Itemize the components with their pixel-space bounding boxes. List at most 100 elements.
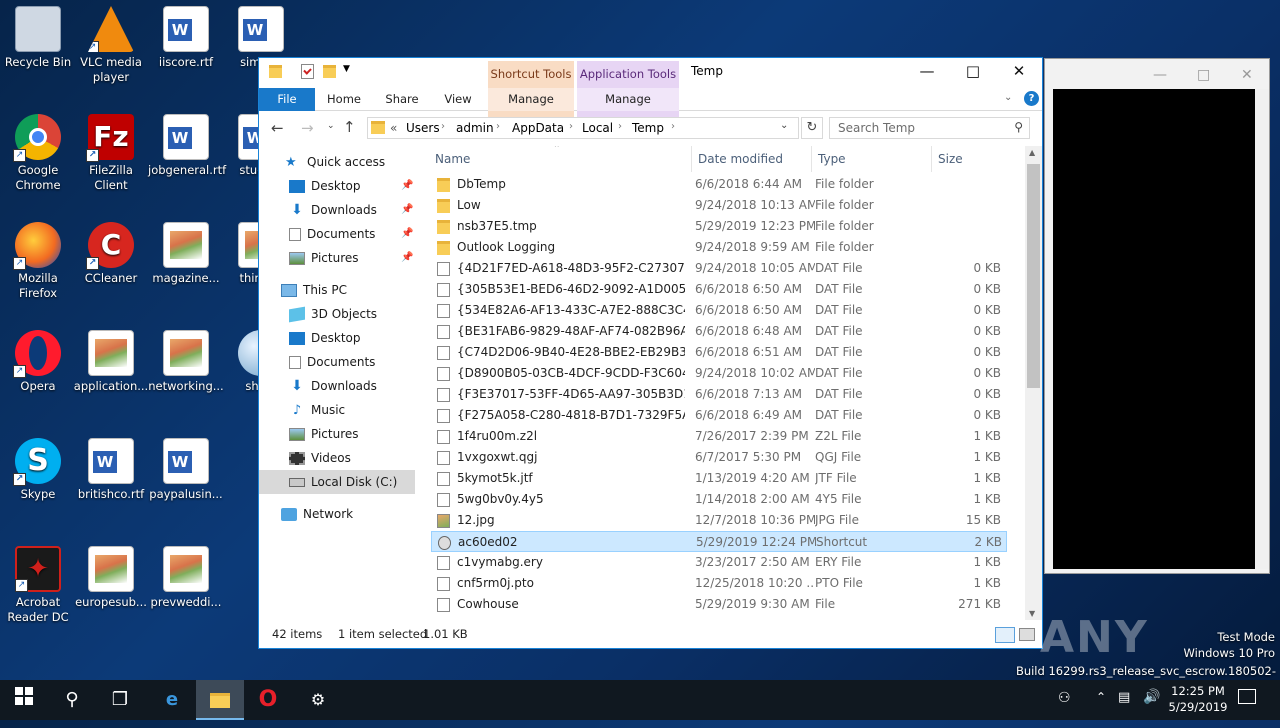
nav-quick-documents[interactable]: Documents 📌	[289, 222, 413, 246]
nav-this-pc[interactable]: This PC	[281, 278, 347, 302]
file-row[interactable]: cnf5rm0j.pto 12/25/2018 10:20 ... PTO File…	[431, 573, 1007, 594]
desktop-icon-opera[interactable]: ↗ Opera	[0, 330, 76, 394]
clock[interactable]: 12:25 PM 5/29/2019	[1164, 683, 1232, 715]
file-row[interactable]: 5kymot5k.jtf 1/13/2019 4:20 AM JTF File 1 K…	[431, 468, 1007, 489]
address-overflow[interactable]: «	[390, 121, 397, 135]
scroll-down-icon[interactable]: ▼	[1029, 609, 1035, 618]
nav-network[interactable]: Network	[281, 502, 353, 526]
desktop-icon-skype[interactable]: S ↗ Skype	[0, 438, 76, 502]
breadcrumb-admin[interactable]: admin	[456, 121, 494, 135]
file-row[interactable]: {F3E37017-53FF-4D65-AA97-305B3D1373... 6/…	[431, 384, 1007, 405]
file-row[interactable]: {D8900B05-03CB-4DCF-9CDD-F3C604141... 9/2…	[431, 363, 1007, 384]
back-arrow-icon[interactable]: ←	[271, 119, 284, 137]
scroll-thumb[interactable]	[1027, 164, 1040, 388]
tab-manage-application[interactable]: Manage	[577, 88, 679, 111]
bg-minimize-icon[interactable]: —	[1153, 67, 1167, 83]
people-icon[interactable]: ⚇	[1058, 690, 1071, 706]
desktop-icon-pic[interactable]: europesub...	[73, 546, 149, 610]
bg-scrollbar[interactable]	[1255, 89, 1269, 569]
pin-icon[interactable]: 📌	[401, 198, 413, 222]
help-icon[interactable]: ?	[1024, 91, 1039, 106]
refresh-icon[interactable]: ↻	[801, 117, 823, 139]
search-input[interactable]: Search Temp ⚲	[829, 117, 1030, 139]
tab-manage-shortcut[interactable]: Manage	[488, 88, 574, 111]
nav-quick-downloads[interactable]: ⬇ Downloads 📌	[289, 198, 413, 222]
action-center-icon[interactable]	[1238, 689, 1256, 704]
file-explorer-taskbar-icon[interactable]	[196, 680, 244, 720]
file-row[interactable]: 12.jpg 12/7/2018 10:36 PM JPG File 15 KB	[431, 510, 1007, 531]
column-header-name[interactable]: Name	[435, 146, 689, 172]
nav-pc-downloads[interactable]: ⬇ Downloads	[289, 374, 377, 398]
column-header-type[interactable]: Type	[811, 146, 931, 172]
nav-quick-pictures[interactable]: Pictures 📌	[289, 246, 413, 270]
properties-qat-icon[interactable]	[301, 64, 314, 79]
breadcrumb-appdata[interactable]: AppData	[512, 121, 564, 135]
desktop-icon-pic[interactable]: prevweddi...	[148, 546, 224, 610]
opera-taskbar-icon[interactable]: O	[244, 680, 292, 720]
desktop-icon-doc[interactable]: Wbritishco.rtf	[73, 438, 149, 502]
start-button[interactable]	[0, 680, 48, 720]
nav-videos[interactable]: Videos	[289, 446, 351, 470]
file-row[interactable]: {C74D2D06-9B40-4E28-BBE2-EB29B3F08C... 6/…	[431, 342, 1007, 363]
breadcrumb-local[interactable]: Local	[582, 121, 613, 135]
bg-close-icon[interactable]: ✕	[1241, 67, 1253, 83]
tab-share[interactable]: Share	[375, 88, 429, 111]
recent-locations-icon[interactable]: ⌄	[327, 121, 335, 131]
search-taskbar-icon[interactable]: ⚲	[48, 680, 96, 720]
tab-view[interactable]: View	[431, 88, 485, 111]
tab-home[interactable]: Home	[317, 88, 371, 111]
file-row[interactable]: Cowhouse 5/29/2019 9:30 AM File 271 KB	[431, 594, 1007, 615]
file-row[interactable]: 1vxgoxwt.qgj 6/7/2017 5:30 PM QGJ File 1 KB	[431, 447, 1007, 468]
maximize-icon[interactable]: □	[950, 62, 996, 84]
file-row[interactable]: nsb37E5.tmp 5/29/2019 12:23 PM File folder	[431, 216, 1007, 237]
nav-pc-desktop[interactable]: Desktop	[289, 326, 361, 350]
address-dropdown-icon[interactable]: ⌄	[780, 120, 788, 131]
desktop-icon-firefox[interactable]: ↗ Mozilla Firefox	[0, 222, 76, 301]
desktop-icon-doc[interactable]: Wjobgeneral.rtf	[148, 114, 226, 178]
file-row[interactable]: {4D21F7ED-A618-48D3-95F2-C27307AFD... 9/2…	[431, 258, 1007, 279]
file-row[interactable]: {534E82A6-AF13-433C-A7E2-888C3C402... 6/6…	[431, 300, 1007, 321]
file-row[interactable]: Outlook Logging 9/24/2018 9:59 AM File fol…	[431, 237, 1007, 258]
pin-icon[interactable]: 📌	[401, 222, 413, 246]
scroll-up-icon[interactable]: ▲	[1029, 148, 1035, 157]
desktop-icon-chrome[interactable]: ↗ Google Chrome	[0, 114, 76, 193]
ribbon-expand-icon[interactable]: ⌄	[1004, 92, 1012, 103]
pin-icon[interactable]: 📌	[401, 174, 413, 198]
desktop-icon-pic[interactable]: application...	[73, 330, 149, 394]
desktop-icon-pic[interactable]: networking...	[148, 330, 224, 394]
volume-icon[interactable]: 🔊	[1143, 689, 1160, 705]
app-taskbar-icon[interactable]: ⚙	[294, 680, 342, 720]
nav-3d-objects[interactable]: 3D Objects	[289, 302, 377, 326]
network-tray-icon[interactable]: ▤	[1118, 690, 1130, 705]
nav-pc-documents[interactable]: Documents	[289, 350, 375, 374]
file-row[interactable]: {BE31FAB6-9829-48AF-AF74-082B96A470... 6/…	[431, 321, 1007, 342]
file-row[interactable]: 1f4ru00m.z2l 7/26/2017 2:39 PM Z2L File 1 K…	[431, 426, 1007, 447]
minimize-icon[interactable]: —	[904, 62, 950, 84]
new-folder-qat-icon[interactable]	[323, 65, 336, 78]
task-view-icon[interactable]: ❐	[96, 680, 144, 720]
desktop-icon-doc[interactable]: Wiiscore.rtf	[148, 6, 224, 70]
large-icons-view-icon[interactable]	[1019, 628, 1035, 641]
desktop-icon-doc[interactable]: Wpaypalusin...	[148, 438, 224, 502]
nav-quick-desktop[interactable]: Desktop 📌	[289, 174, 413, 198]
column-header-size[interactable]: Size	[931, 146, 1011, 172]
nav-local-disk[interactable]: Local Disk (C:)	[259, 470, 415, 494]
tray-chevron-icon[interactable]: ⌃	[1096, 690, 1106, 704]
file-row[interactable]: {305B53E1-BED6-46D2-9092-A1D005DDC... 6/6…	[431, 279, 1007, 300]
desktop-icon-filezilla[interactable]: Fz ↗ FileZilla Client	[73, 114, 149, 193]
desktop-icon-pic[interactable]: magazine...	[148, 222, 224, 286]
breadcrumb-users[interactable]: Users	[406, 121, 440, 135]
forward-arrow-icon[interactable]: →	[301, 119, 314, 137]
up-arrow-icon[interactable]: ↑	[343, 118, 356, 136]
tab-file[interactable]: File	[259, 88, 315, 111]
desktop-icon-ccleaner[interactable]: C ↗ CCleaner	[73, 222, 149, 286]
breadcrumb-temp[interactable]: Temp	[632, 121, 664, 135]
close-icon[interactable]: ✕	[996, 62, 1042, 84]
details-view-icon[interactable]	[995, 627, 1015, 643]
nav-pc-pictures[interactable]: Pictures	[289, 422, 359, 446]
address-bar[interactable]: « Users › admin › AppData › Local › Temp…	[367, 117, 799, 139]
bg-maximize-icon[interactable]: □	[1197, 67, 1210, 83]
file-row[interactable]: Low 9/24/2018 10:13 AM File folder	[431, 195, 1007, 216]
column-header-date[interactable]: Date modified	[691, 146, 811, 172]
pin-icon[interactable]: 📌	[401, 246, 413, 270]
